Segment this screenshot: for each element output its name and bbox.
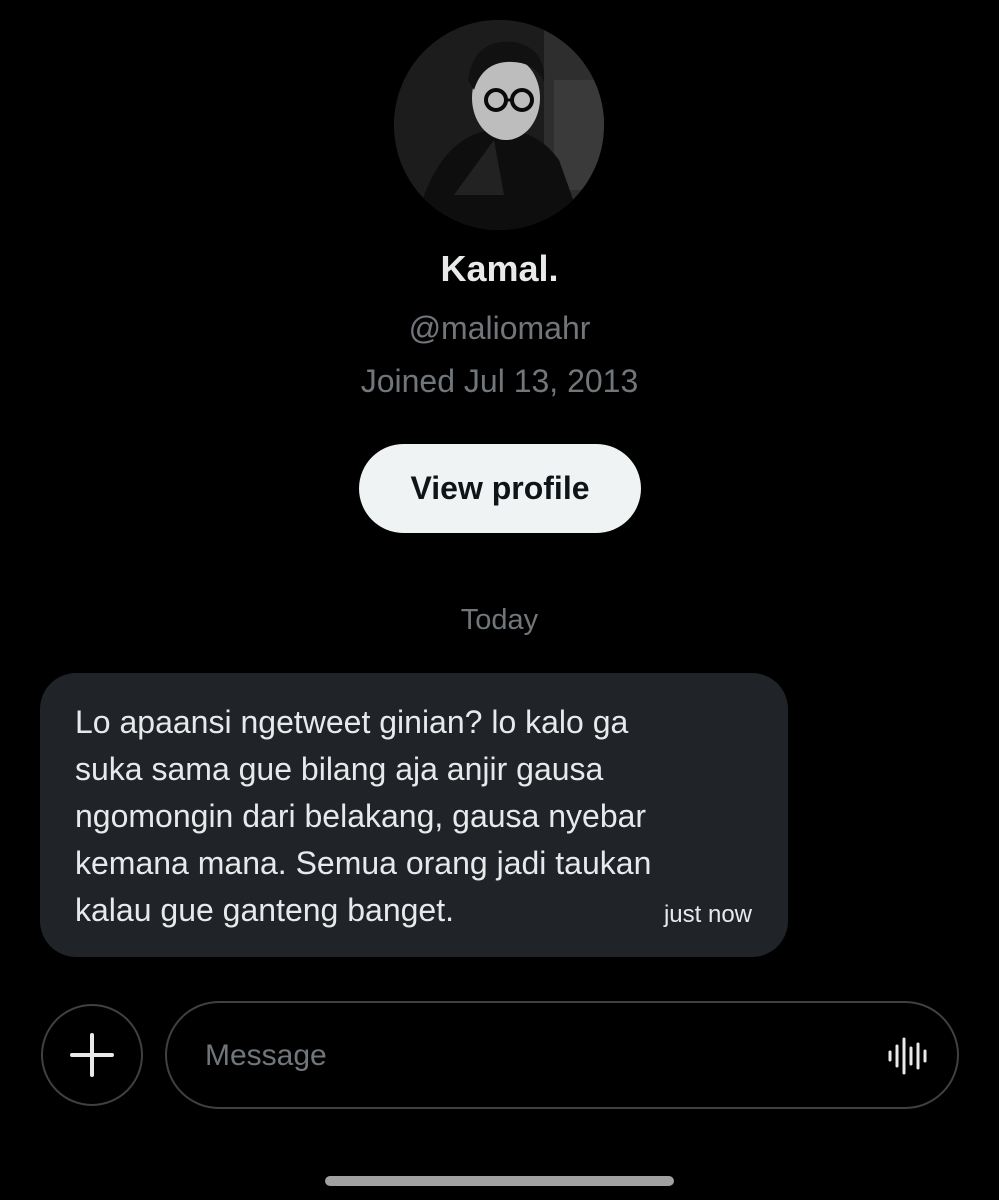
- home-indicator[interactable]: [325, 1176, 674, 1186]
- voice-message-button[interactable]: [887, 1036, 927, 1076]
- message-timestamp: just now: [663, 901, 752, 928]
- message-input[interactable]: [203, 1023, 847, 1089]
- message-bubble[interactable]: Lo apaansi ngetweet ginian? lo kalo ga s…: [40, 673, 788, 957]
- profile-avatar[interactable]: [394, 20, 604, 230]
- day-divider: Today: [460, 604, 539, 636]
- add-attachment-button[interactable]: [41, 1004, 143, 1106]
- message-text: Lo apaansi ngetweet ginian? lo kalo ga s…: [75, 704, 652, 928]
- plus-icon: [70, 1033, 114, 1077]
- profile-handle: @maliomahr: [408, 310, 591, 346]
- voice-waveform-icon: [888, 1037, 927, 1075]
- profile-name: Kamal.: [440, 248, 559, 289]
- view-profile-button[interactable]: View profile: [359, 444, 641, 533]
- avatar-photo: [394, 20, 604, 230]
- profile-joined-date: Joined Jul 13, 2013: [360, 363, 639, 399]
- message-composer: [165, 1001, 959, 1109]
